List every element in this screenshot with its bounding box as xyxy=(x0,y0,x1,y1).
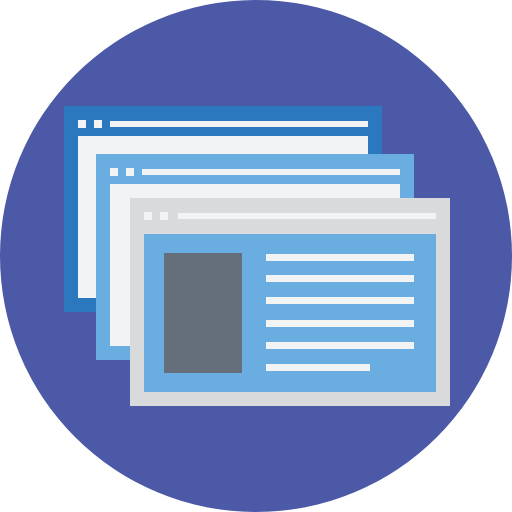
icon-stage xyxy=(0,0,512,512)
back-window-dot-1 xyxy=(78,120,86,128)
back-window-address-bar xyxy=(110,121,368,127)
text-line-5 xyxy=(266,342,414,349)
middle-window-dot-1 xyxy=(110,168,118,176)
front-window xyxy=(130,198,450,406)
text-line-4 xyxy=(266,320,414,327)
middle-window-dot-2 xyxy=(126,168,134,176)
text-line-3 xyxy=(266,297,414,304)
front-window-dot-2 xyxy=(160,212,168,220)
image-placeholder xyxy=(164,253,242,373)
back-window-dot-2 xyxy=(94,120,102,128)
text-line-6 xyxy=(266,364,370,371)
browser-windows-icon xyxy=(0,0,512,512)
front-window-address-bar xyxy=(178,213,436,219)
text-line-2 xyxy=(266,275,414,282)
middle-window-address-bar xyxy=(142,169,400,175)
front-window-dot-1 xyxy=(144,212,152,220)
text-line-1 xyxy=(266,254,414,261)
